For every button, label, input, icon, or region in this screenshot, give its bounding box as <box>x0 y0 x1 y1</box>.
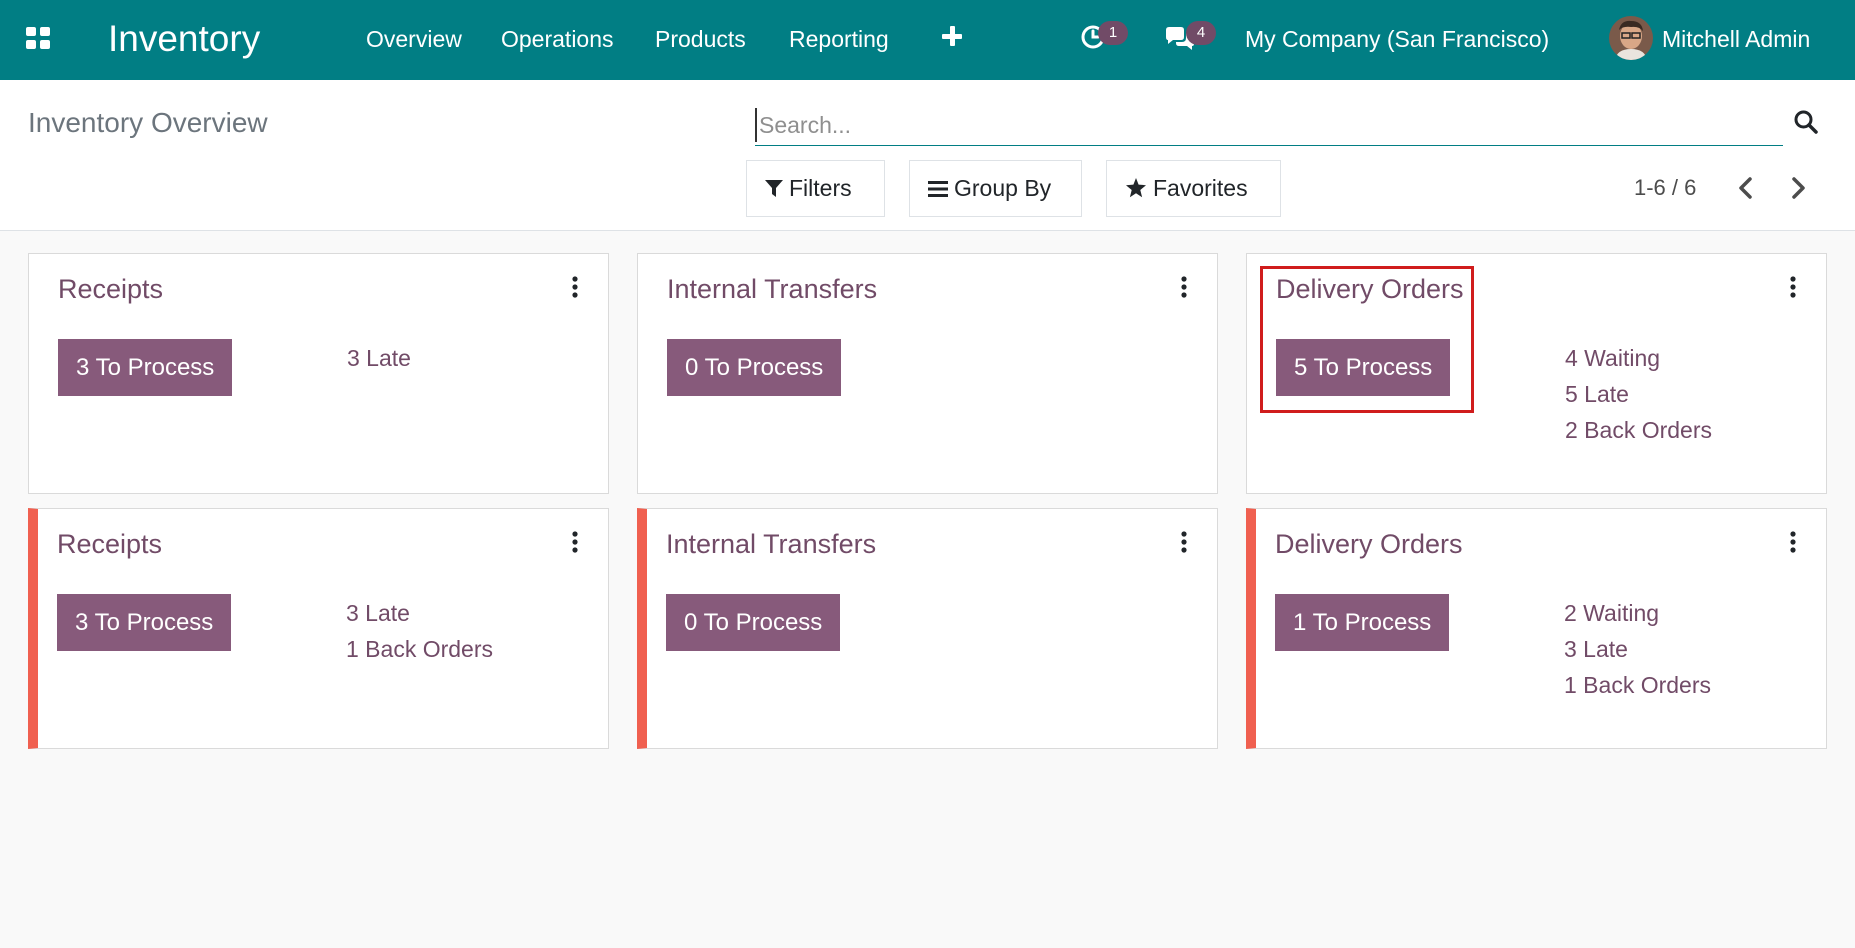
top-navbar: Inventory Overview Operations Products R… <box>0 0 1855 80</box>
card-menu-icon[interactable] <box>1177 276 1191 298</box>
menu-products[interactable]: Products <box>655 25 746 53</box>
control-panel: Inventory Overview Filters Group By Favo… <box>0 80 1855 231</box>
late-link[interactable]: 3 Late <box>346 595 493 631</box>
back-orders-link[interactable]: 2 Back Orders <box>1565 412 1712 448</box>
search-bar <box>755 104 1783 146</box>
company-switcher[interactable]: My Company (San Francisco) <box>1245 25 1549 53</box>
to-process-button[interactable]: 3 To Process <box>58 339 233 396</box>
pager-previous-icon[interactable] <box>1731 173 1761 203</box>
to-process-button[interactable]: 5 To Process <box>1276 339 1451 396</box>
card-stats: 3 Late <box>347 340 411 376</box>
filters-button[interactable]: Filters <box>746 160 885 217</box>
kanban-card-internal-transfers: Internal Transfers 0 To Process <box>637 508 1218 749</box>
page-title: Inventory Overview <box>28 107 268 138</box>
back-orders-link[interactable]: 1 Back Orders <box>346 631 493 667</box>
star-icon <box>1126 178 1146 198</box>
kanban-card-delivery-orders: Delivery Orders 5 To Process 4 Waiting 5… <box>1246 253 1827 494</box>
user-avatar[interactable] <box>1609 16 1653 60</box>
late-link[interactable]: 3 Late <box>1564 631 1711 667</box>
late-link[interactable]: 5 Late <box>1565 376 1712 412</box>
to-process-button[interactable]: 1 To Process <box>1275 594 1450 651</box>
card-menu-icon[interactable] <box>1786 531 1800 553</box>
filters-label: Filters <box>789 175 852 201</box>
waiting-link[interactable]: 2 Waiting <box>1564 595 1711 631</box>
card-stats: 2 Waiting 3 Late 1 Back Orders <box>1564 595 1711 703</box>
favorites-button[interactable]: Favorites <box>1106 160 1281 217</box>
kanban-card-internal-transfers: Internal Transfers 0 To Process <box>637 253 1218 494</box>
card-title[interactable]: Receipts <box>57 527 162 561</box>
group-by-button[interactable]: Group By <box>909 160 1082 217</box>
group-by-label: Group By <box>954 175 1052 201</box>
favorites-label: Favorites <box>1153 175 1248 201</box>
user-menu[interactable]: Mitchell Admin <box>1662 25 1810 53</box>
back-orders-link[interactable]: 1 Back Orders <box>1564 667 1711 703</box>
card-title[interactable]: Delivery Orders <box>1275 527 1463 561</box>
pager-next-icon[interactable] <box>1783 173 1813 203</box>
card-stats: 3 Late 1 Back Orders <box>346 595 493 667</box>
card-title[interactable]: Internal Transfers <box>666 527 876 561</box>
menu-overview[interactable]: Overview <box>366 25 462 53</box>
to-process-button[interactable]: 0 To Process <box>667 339 842 396</box>
search-icon[interactable] <box>1793 109 1819 135</box>
kanban-card-receipts: Receipts 3 To Process 3 Late <box>28 253 609 494</box>
card-title[interactable]: Delivery Orders <box>1276 272 1464 306</box>
plus-icon[interactable] <box>942 26 962 46</box>
card-title[interactable]: Internal Transfers <box>667 272 877 306</box>
pager-value[interactable]: 1-6 / 6 <box>1634 173 1696 203</box>
card-title[interactable]: Receipts <box>58 272 163 306</box>
activity-count-badge: 1 <box>1098 21 1128 45</box>
card-menu-icon[interactable] <box>1786 276 1800 298</box>
filter-icon <box>765 180 783 197</box>
waiting-link[interactable]: 4 Waiting <box>1565 340 1712 376</box>
card-menu-icon[interactable] <box>568 276 582 298</box>
kanban-card-delivery-orders: Delivery Orders 1 To Process 2 Waiting 3… <box>1246 508 1827 749</box>
apps-menu-icon[interactable] <box>26 27 52 49</box>
search-input[interactable] <box>755 108 1755 142</box>
card-menu-icon[interactable] <box>568 531 582 553</box>
card-stats: 4 Waiting 5 Late 2 Back Orders <box>1565 340 1712 448</box>
menu-operations[interactable]: Operations <box>501 25 614 53</box>
to-process-button[interactable]: 0 To Process <box>666 594 841 651</box>
to-process-button[interactable]: 3 To Process <box>57 594 232 651</box>
late-link[interactable]: 3 Late <box>347 340 411 376</box>
kanban-card-receipts: Receipts 3 To Process 3 Late 1 Back Orde… <box>28 508 609 749</box>
card-menu-icon[interactable] <box>1177 531 1191 553</box>
app-title[interactable]: Inventory <box>108 18 260 60</box>
bars-icon <box>928 181 948 197</box>
messages-count-badge: 4 <box>1186 21 1216 45</box>
menu-reporting[interactable]: Reporting <box>789 25 889 53</box>
